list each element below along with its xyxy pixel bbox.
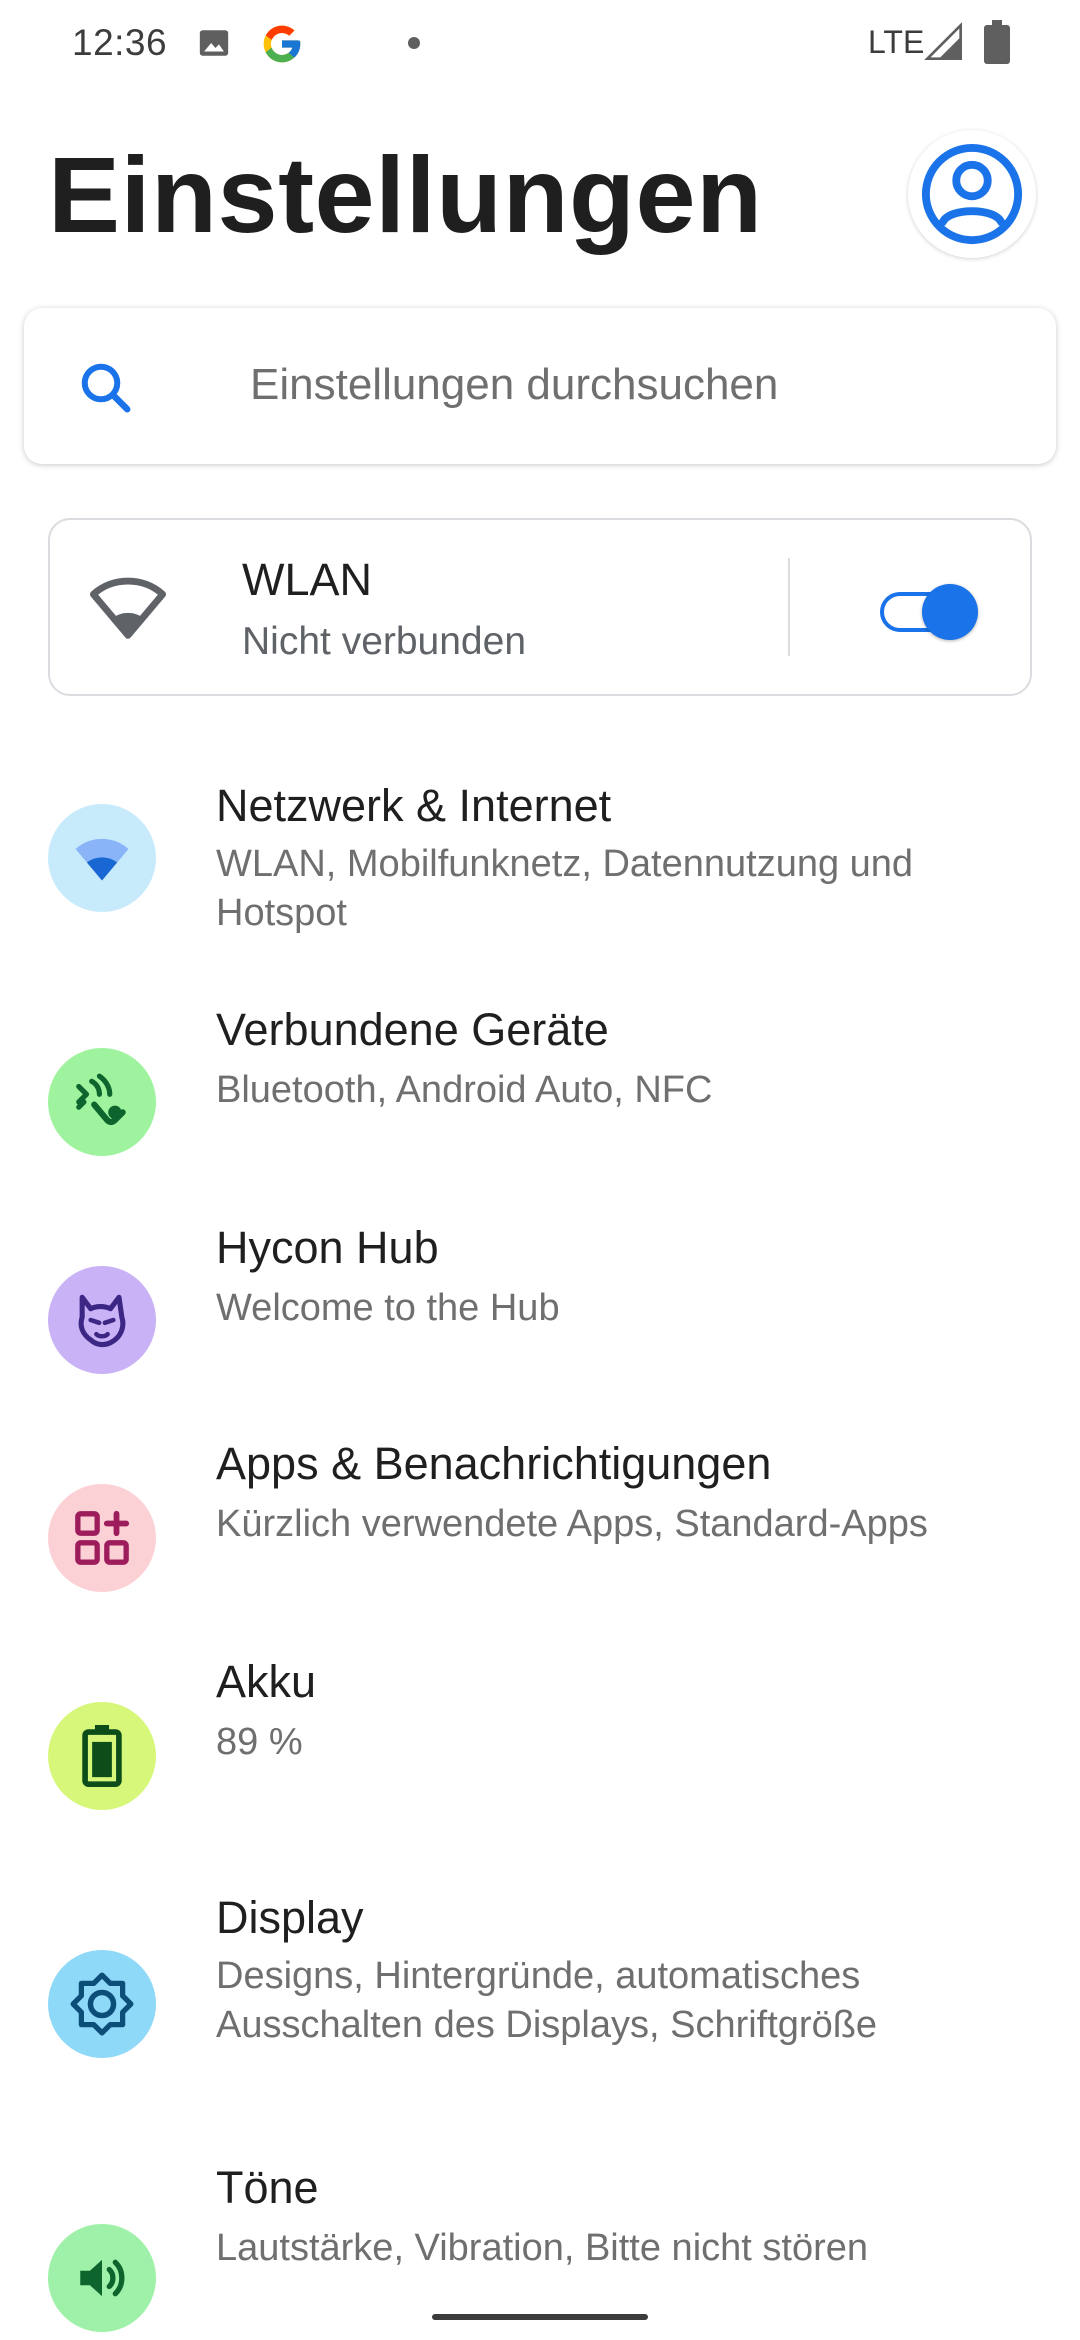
wifi-icon bbox=[75, 838, 129, 881]
item-subtitle: WLAN, Mobilfunknetz, Datennutzung und Ho… bbox=[216, 843, 914, 934]
connected-devices-icon bbox=[76, 1073, 126, 1126]
item-title: Apps & Benachrichtigungen bbox=[216, 1438, 772, 1489]
account-avatar-button[interactable] bbox=[908, 130, 1036, 258]
settings-item-hycon-hub[interactable]: Hycon Hub Welcome to the Hub bbox=[0, 1190, 1080, 1410]
item-title: Verbundene Geräte bbox=[216, 1004, 609, 1055]
apps-icon-badge bbox=[48, 1484, 156, 1592]
status-time: 12:36 bbox=[72, 22, 168, 63]
sounds-icon-badge bbox=[48, 2224, 156, 2332]
settings-item-network[interactable]: Netzwerk & Internet WLAN, Mobilfunknetz,… bbox=[0, 740, 1080, 970]
settings-item-battery[interactable]: Akku 89 % bbox=[0, 1630, 1080, 1850]
account-circle-icon bbox=[921, 143, 1023, 245]
toggle-thumb bbox=[922, 584, 978, 640]
settings-item-display[interactable]: Display Designs, Hintergründe, automatis… bbox=[0, 1850, 1080, 2090]
wlan-status: Nicht verbunden bbox=[242, 620, 527, 663]
connected-devices-icon-badge bbox=[48, 1048, 156, 1156]
item-subtitle: Kürzlich verwendete Apps, Standard-Apps bbox=[216, 1503, 928, 1545]
hycon-hub-icon-badge bbox=[48, 1266, 156, 1374]
google-icon bbox=[263, 25, 301, 63]
wlan-toggle[interactable] bbox=[878, 580, 978, 642]
divider bbox=[788, 558, 790, 656]
image-icon bbox=[199, 30, 229, 56]
apps-icon bbox=[75, 1510, 130, 1565]
item-title: Akku bbox=[216, 1656, 317, 1707]
search-icon bbox=[81, 363, 131, 413]
item-subtitle: 89 % bbox=[216, 1721, 303, 1763]
item-title: Netzwerk & Internet bbox=[216, 780, 612, 831]
page-title: Einstellungen bbox=[48, 134, 763, 255]
brightness-icon bbox=[70, 1972, 134, 2036]
item-title: Töne bbox=[216, 2162, 319, 2213]
item-subtitle: Bluetooth, Android Auto, NFC bbox=[216, 1069, 713, 1111]
wlan-card[interactable]: WLAN Nicht verbunden bbox=[48, 518, 1032, 696]
gesture-nav-handle[interactable] bbox=[432, 2314, 648, 2320]
display-icon-badge bbox=[48, 1950, 156, 2058]
wifi-icon bbox=[90, 577, 166, 639]
battery-icon-badge bbox=[48, 1702, 156, 1810]
search-bar[interactable]: Einstellungen durchsuchen bbox=[24, 308, 1056, 464]
signal-icon bbox=[924, 22, 962, 60]
settings-screen: 12:36 LTE Einstellungen Einstellungen du… bbox=[0, 0, 1080, 2340]
item-subtitle: Designs, Hintergründe, automatisches Aus… bbox=[216, 1955, 878, 2046]
network-icon-badge bbox=[48, 804, 156, 912]
item-subtitle: Welcome to the Hub bbox=[216, 1287, 560, 1329]
settings-item-apps[interactable]: Apps & Benachrichtigungen Kürzlich verwe… bbox=[0, 1410, 1080, 1630]
battery-icon bbox=[984, 20, 1010, 64]
wlan-title: WLAN bbox=[242, 554, 373, 605]
settings-item-sounds[interactable]: Töne Lautstärke, Vibration, Bitte nicht … bbox=[0, 2110, 1080, 2332]
notification-dot bbox=[408, 37, 420, 49]
search-placeholder: Einstellungen durchsuchen bbox=[250, 360, 779, 409]
item-title: Hycon Hub bbox=[216, 1222, 439, 1273]
settings-item-connected-devices[interactable]: Verbundene Geräte Bluetooth, Android Aut… bbox=[0, 970, 1080, 1190]
item-subtitle: Lautstärke, Vibration, Bitte nicht störe… bbox=[216, 2227, 868, 2269]
wolf-icon bbox=[78, 1294, 126, 1348]
item-title: Display bbox=[216, 1892, 364, 1943]
volume-icon bbox=[80, 2259, 125, 2297]
status-bar: 12:36 LTE bbox=[0, 0, 1080, 84]
network-type-label: LTE bbox=[868, 24, 925, 60]
battery-icon bbox=[82, 1725, 122, 1787]
